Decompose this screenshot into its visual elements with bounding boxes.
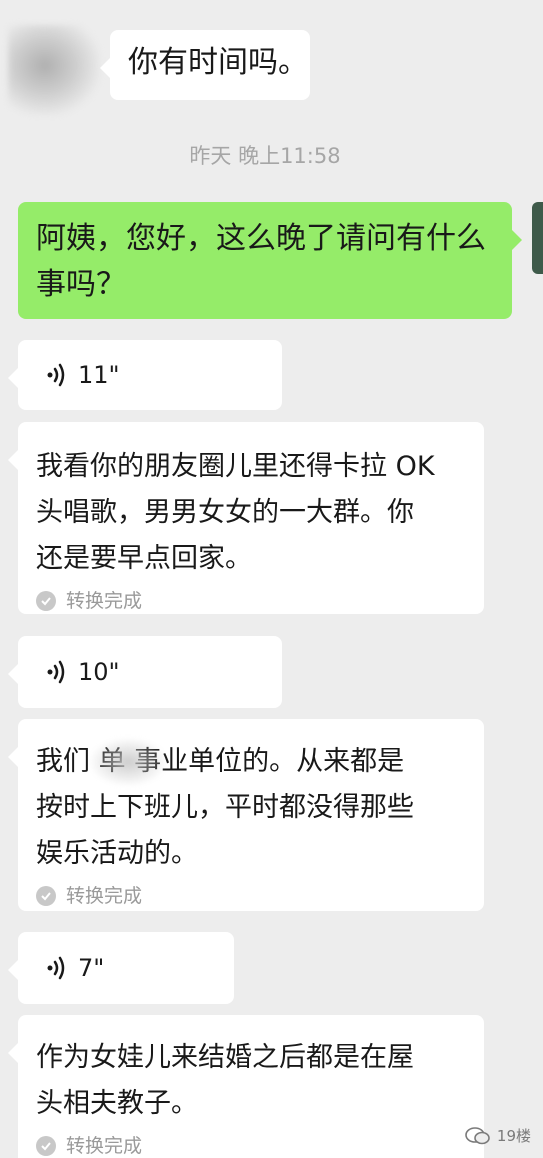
watermark-text: 19楼 bbox=[496, 1127, 531, 1145]
message-text: 阿姨，您好，这么晚了请问有什么事吗？ bbox=[36, 221, 486, 302]
voice-wave-icon bbox=[47, 660, 65, 684]
convert-status-text: 转换完成 bbox=[66, 1135, 143, 1157]
message-bubble-received[interactable]: 你有时间吗。 bbox=[100, 30, 310, 100]
convert-status: 转换完成 bbox=[36, 883, 470, 909]
avatar[interactable] bbox=[8, 25, 100, 115]
transcript-line: 我看你的朋友圈儿里还得卡拉 OK bbox=[36, 451, 435, 482]
check-circle-icon bbox=[36, 1136, 56, 1156]
check-circle-icon bbox=[36, 886, 56, 906]
voice-message[interactable]: 7" bbox=[8, 932, 234, 1004]
transcript-line: 还是要早点回家。 bbox=[36, 543, 252, 574]
voice-message[interactable]: 11" bbox=[8, 340, 282, 410]
voice-duration: 11" bbox=[78, 361, 120, 389]
transcript-line: 头相夫教子。 bbox=[36, 1088, 198, 1119]
transcript-line: 娱乐活动的。 bbox=[36, 838, 198, 869]
voice-wave-icon bbox=[47, 363, 65, 387]
transcript-line: 按时上下班儿，平时都没得那些 bbox=[36, 792, 414, 823]
message-bubble-sent[interactable]: 阿姨，您好，这么晚了请问有什么事吗？ bbox=[18, 202, 522, 319]
voice-wave-icon bbox=[47, 956, 65, 980]
transcript-line: 作为女娃儿来结婚之后都是在屋 bbox=[36, 1042, 414, 1073]
convert-status-text: 转换完成 bbox=[66, 885, 143, 907]
message-timestamp: 昨天 晚上11:58 bbox=[189, 144, 341, 168]
voice-duration: 10" bbox=[78, 658, 120, 686]
convert-status: 转换完成 bbox=[36, 588, 470, 614]
convert-status: 转换完成 bbox=[36, 1133, 470, 1158]
voice-duration: 7" bbox=[78, 954, 105, 982]
voice-transcript[interactable]: 作为女娃儿来结婚之后都是在屋 头相夫教子。 转换完成 bbox=[8, 1015, 484, 1158]
chat-view: 你有时间吗。 昨天 晚上11:58 阿姨，您好，这么晚了请问有什么事吗？ 11"… bbox=[0, 0, 543, 1158]
voice-transcript[interactable]: 我们 单 事业单位的。从来都是 按时上下班儿，平时都没得那些 娱乐活动的。 转换… bbox=[8, 719, 484, 911]
redaction-blur bbox=[88, 737, 168, 787]
message-text: 你有时间吗。 bbox=[128, 45, 308, 80]
self-avatar[interactable] bbox=[532, 202, 543, 274]
transcript-line: 头唱歌，男男女女的一大群。你 bbox=[36, 497, 414, 528]
watermark: 19楼 bbox=[465, 1125, 531, 1146]
check-circle-icon bbox=[36, 591, 56, 611]
voice-message[interactable]: 10" bbox=[8, 636, 282, 708]
voice-transcript[interactable]: 我看你的朋友圈儿里还得卡拉 OK 头唱歌，男男女女的一大群。你 还是要早点回家。… bbox=[8, 422, 484, 614]
wechat-logo-icon bbox=[465, 1126, 490, 1144]
convert-status-text: 转换完成 bbox=[66, 590, 143, 612]
